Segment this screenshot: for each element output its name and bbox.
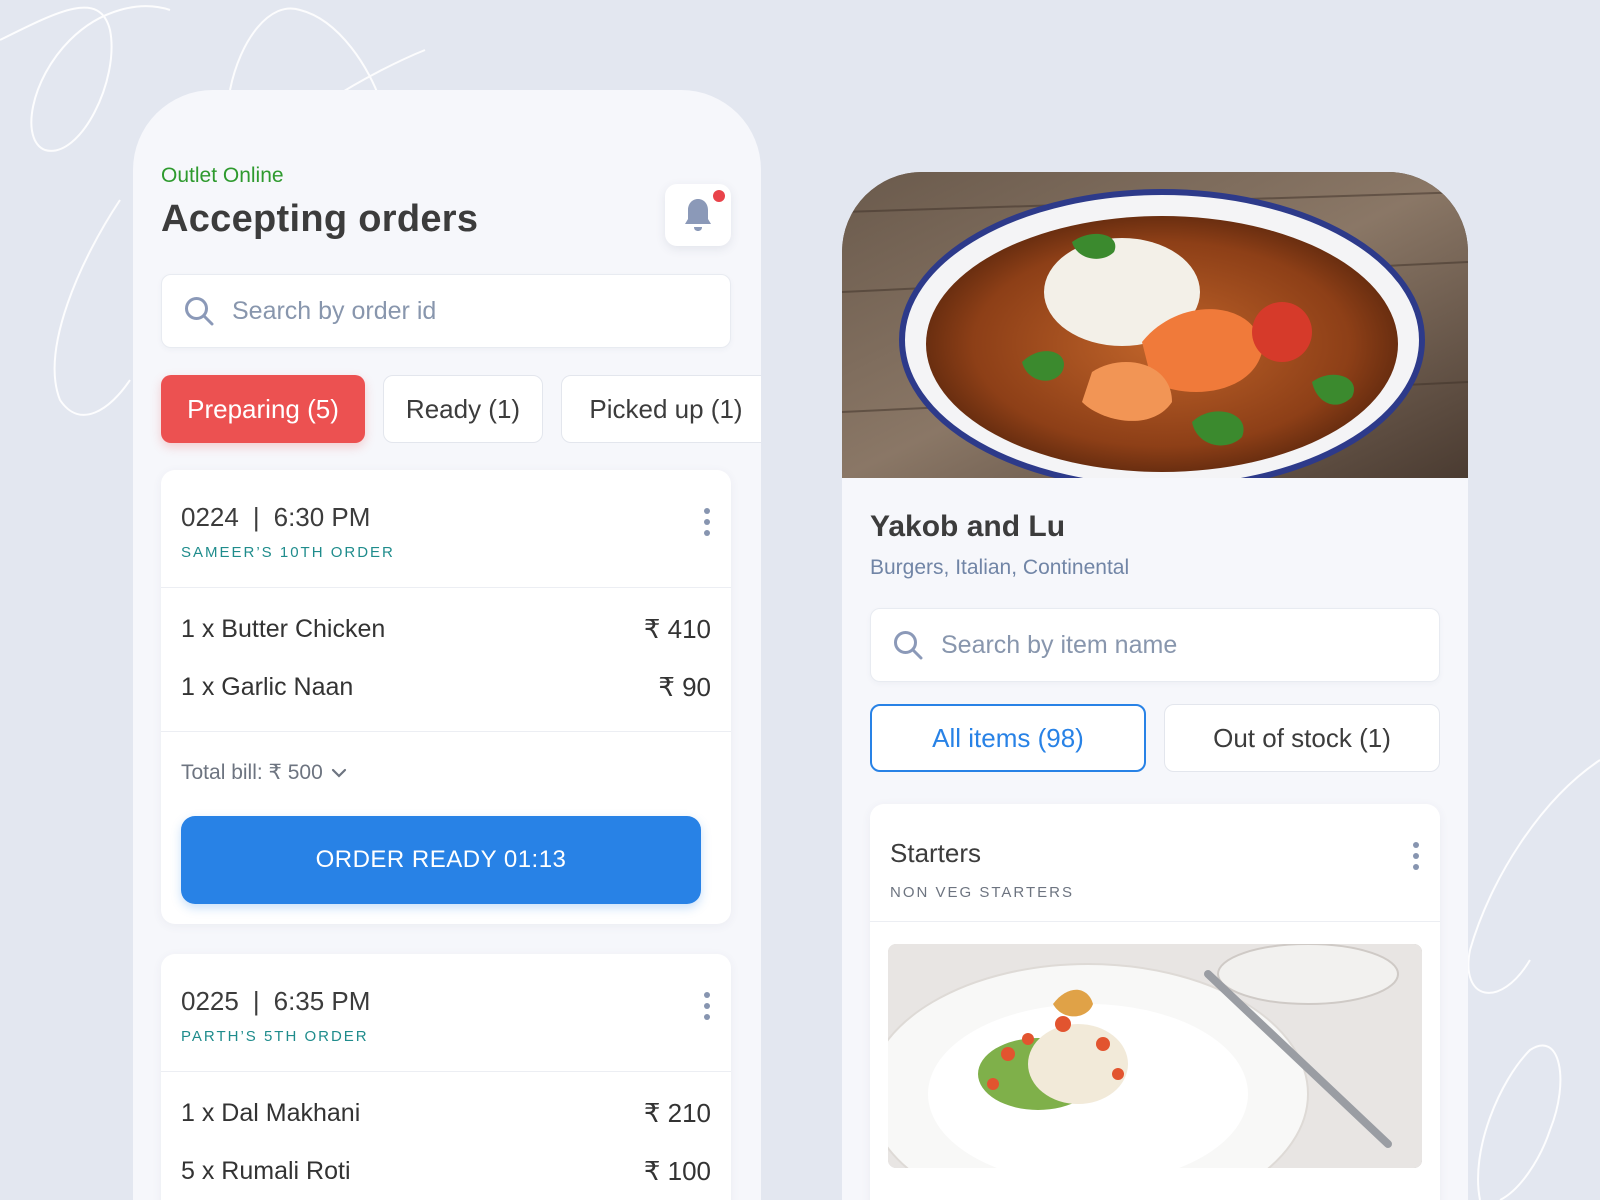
order-search-box[interactable]: [161, 274, 731, 348]
order-customer-label: SAMEER’S 10TH ORDER: [181, 544, 395, 561]
order-header: 0224 | 6:30 PM SAMEER’S 10TH ORDER: [161, 470, 731, 588]
order-card[interactable]: 0225 | 6:35 PM PARTH’S 5TH ORDER 1 x Dal…: [161, 954, 731, 1200]
more-dot: [704, 1014, 710, 1020]
order-item: 1 x Dal Makhani ₹ 210: [161, 1098, 731, 1129]
tab-preparing[interactable]: Preparing (5): [161, 375, 365, 443]
notification-dot: [713, 190, 725, 202]
total-bill-toggle[interactable]: Total bill: ₹ 500: [161, 760, 367, 785]
more-dot: [704, 530, 710, 536]
page-title: Accepting orders: [161, 198, 479, 240]
menu-screen: Yakob and Lu Burgers, Italian, Continent…: [842, 172, 1468, 1200]
item-name: 1 x Dal Makhani: [181, 1099, 361, 1127]
search-icon: [893, 630, 923, 660]
more-options-button[interactable]: [701, 992, 713, 1020]
order-items: 1 x Dal Makhani ₹ 210 5 x Rumali Roti ₹ …: [161, 1072, 731, 1200]
more-dot: [704, 992, 710, 998]
dish-plate-illustration: [888, 944, 1422, 1168]
orders-screen: Outlet Online Accepting orders Preparing…: [133, 90, 761, 1200]
chevron-down-icon: [331, 768, 346, 778]
restaurant-name: Yakob and Lu: [870, 510, 1066, 543]
item-search-input[interactable]: [941, 630, 1439, 660]
more-dot: [1413, 864, 1419, 870]
order-customer-label: PARTH’S 5TH ORDER: [181, 1028, 369, 1045]
more-dot: [1413, 842, 1419, 848]
item-price: ₹ 410: [643, 614, 711, 644]
item-name: 1 x Garlic Naan: [181, 673, 354, 701]
category-subtitle: NON VEG STARTERS: [890, 884, 1074, 901]
menu-category-card[interactable]: Starters NON VEG STARTERS: [870, 804, 1440, 1200]
tab-ready[interactable]: Ready (1): [383, 375, 543, 443]
order-card[interactable]: 0224 | 6:30 PM SAMEER’S 10TH ORDER 1 x B…: [161, 470, 731, 924]
cuisine-list: Burgers, Italian, Continental: [870, 556, 1130, 579]
food-bowl-illustration: [842, 172, 1468, 478]
category-header: Starters NON VEG STARTERS: [870, 804, 1440, 922]
tab-all-items[interactable]: All items (98): [870, 704, 1146, 772]
more-options-button[interactable]: [701, 508, 713, 536]
order-search-input[interactable]: [232, 296, 730, 326]
item-name: 1 x Butter Chicken: [181, 615, 386, 643]
item-price: ₹ 90: [658, 672, 711, 702]
order-separator: |: [252, 986, 260, 1016]
order-ready-button[interactable]: ORDER READY 01:13: [181, 816, 701, 904]
tab-out-of-stock[interactable]: Out of stock (1): [1164, 704, 1440, 772]
item-price: ₹ 210: [643, 1098, 711, 1128]
dish-image: [888, 944, 1422, 1168]
item-price: ₹ 100: [643, 1156, 711, 1186]
order-items: 1 x Butter Chicken ₹ 410 1 x Garlic Naan…: [161, 588, 731, 732]
more-dot: [704, 519, 710, 525]
order-item: 5 x Rumali Roti ₹ 100: [161, 1156, 731, 1187]
order-item: 1 x Garlic Naan ₹ 90: [161, 672, 731, 703]
bell-icon: [685, 199, 711, 231]
tab-picked-up[interactable]: Picked up (1): [561, 375, 761, 443]
order-id: 0225: [181, 986, 239, 1016]
restaurant-cover-image: [842, 172, 1468, 478]
order-separator: |: [252, 502, 260, 532]
more-dot: [704, 508, 710, 514]
category-title: Starters: [890, 838, 982, 868]
search-icon: [184, 296, 214, 326]
order-id: 0224: [181, 502, 239, 532]
order-item: 1 x Butter Chicken ₹ 410: [161, 614, 731, 645]
order-time: 6:30 PM: [273, 502, 371, 532]
order-time: 6:35 PM: [273, 986, 371, 1016]
outlet-status: Outlet Online: [161, 164, 284, 187]
more-dot: [704, 1003, 710, 1009]
more-dot: [1413, 853, 1419, 859]
item-search-box[interactable]: [870, 608, 1440, 682]
item-name: 5 x Rumali Roti: [181, 1157, 351, 1185]
more-options-button[interactable]: [1410, 842, 1422, 870]
order-header: 0225 | 6:35 PM PARTH’S 5TH ORDER: [161, 954, 731, 1072]
total-bill: Total bill: ₹ 500: [181, 761, 323, 784]
notifications-button[interactable]: [665, 184, 731, 246]
